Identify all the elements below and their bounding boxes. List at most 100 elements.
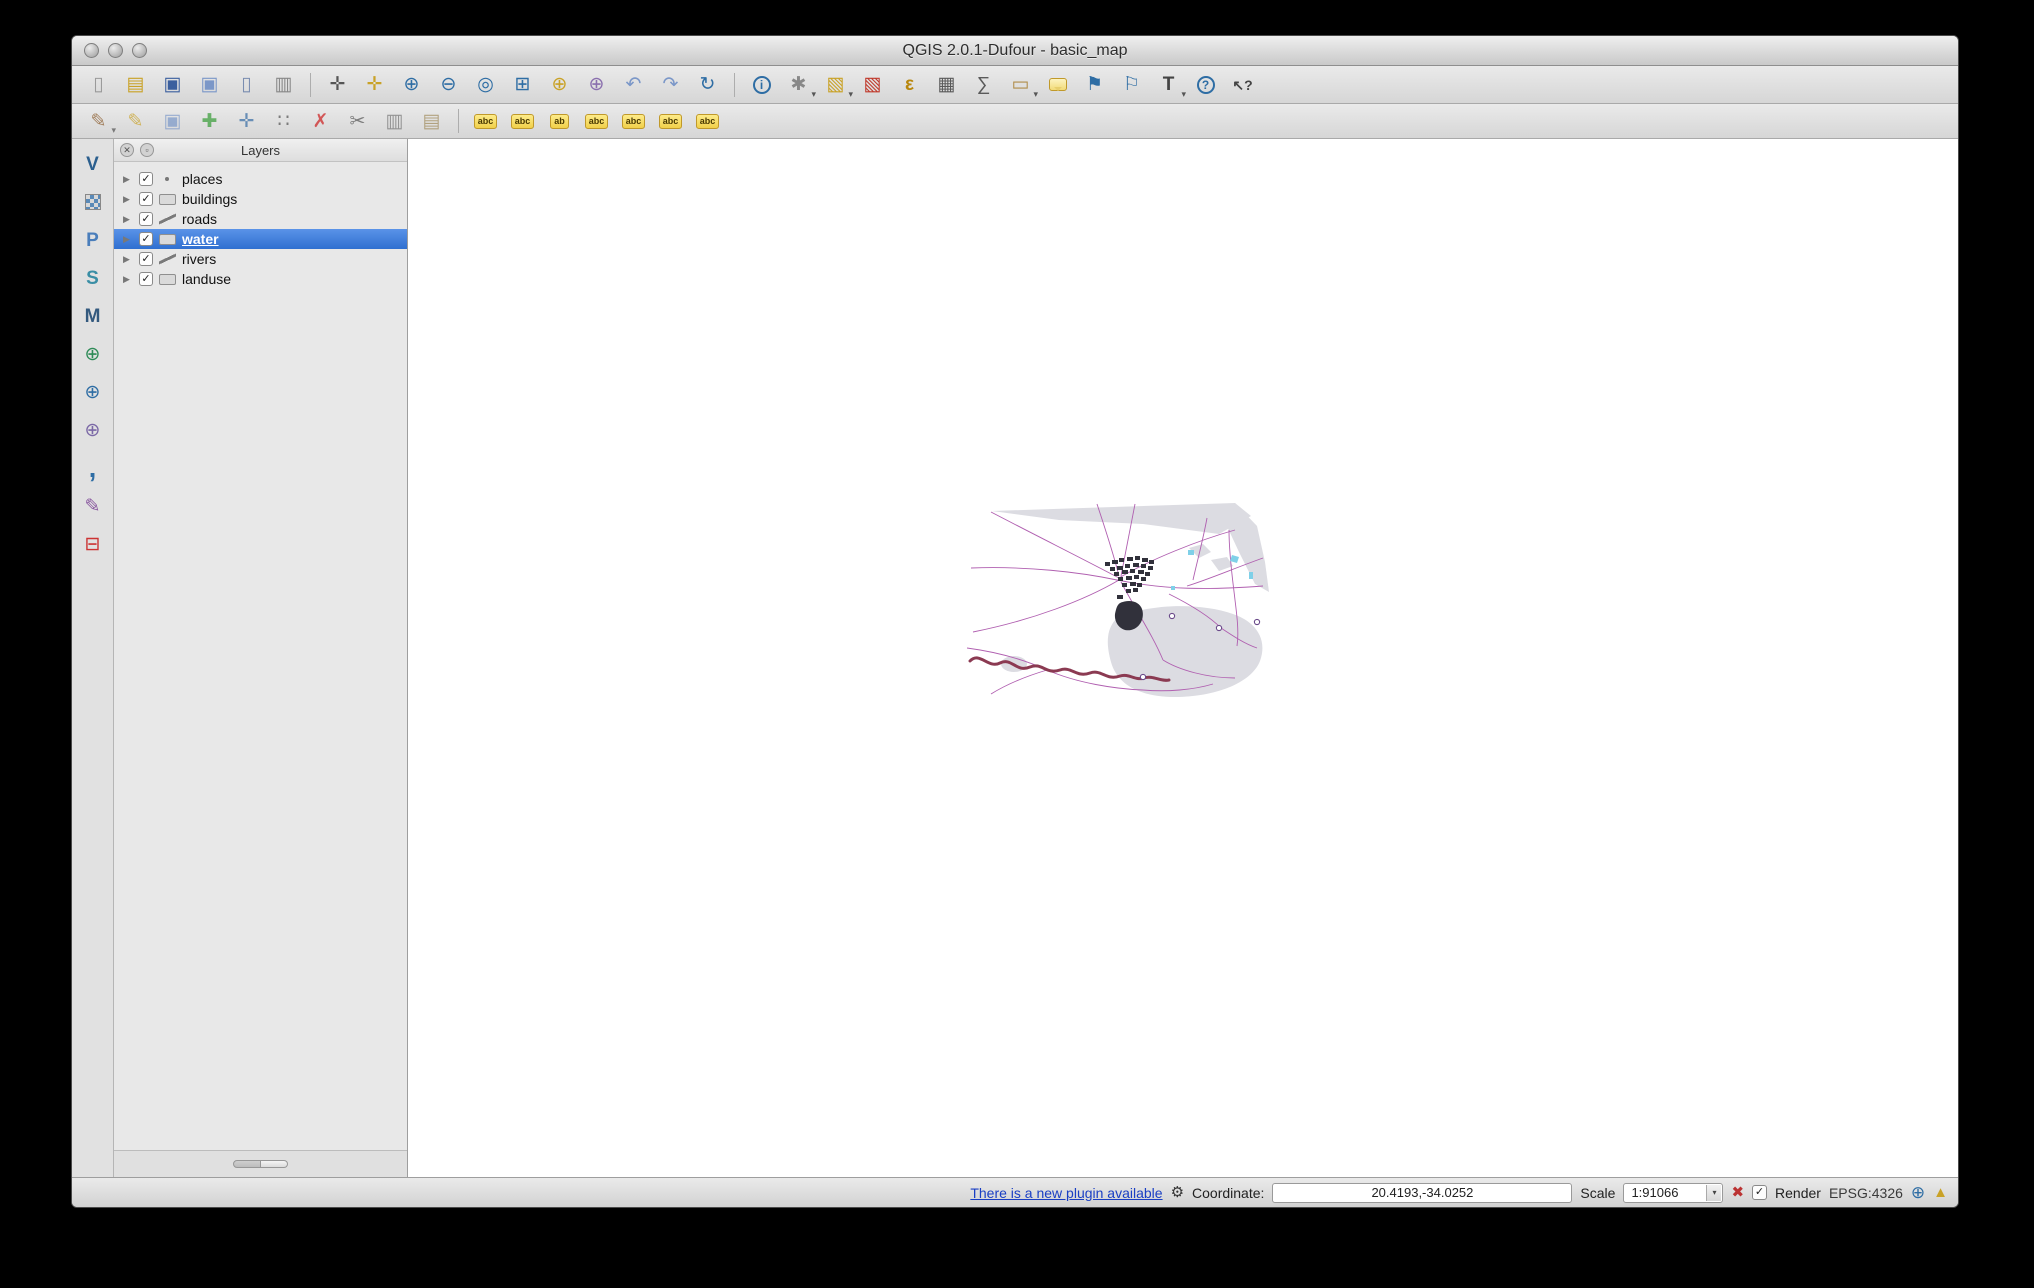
layer-row-roads[interactable]: roads [114, 209, 407, 229]
new-plugin-link[interactable]: There is a new plugin available [970, 1185, 1162, 1201]
toolbar-button-icon: ⊕ [552, 75, 568, 94]
new-shapefile-layer-button[interactable]: ✎ [74, 491, 111, 521]
add-feature-button[interactable]: ✚ [191, 106, 228, 136]
change-label-properties-button[interactable]: abc [504, 106, 541, 136]
select-by-expression-button[interactable]: ε [891, 70, 928, 100]
open-project-button[interactable]: ▤ [117, 70, 154, 100]
copy-features-button[interactable]: ▥ [376, 106, 413, 136]
zoom-next-button[interactable]: ↷ [652, 70, 689, 100]
deselect-features-button[interactable]: ▧ [854, 70, 891, 100]
expand-arrow-icon[interactable] [123, 215, 133, 224]
add-vector-layer-button[interactable]: V [74, 149, 111, 179]
titlebar[interactable]: QGIS 2.0.1-Dufour - basic_map [72, 36, 1958, 66]
composer-manager-button[interactable]: ▥ [265, 70, 302, 100]
help-contents-button[interactable]: ? [1187, 70, 1224, 100]
add-raster-layer-button[interactable] [74, 187, 111, 217]
zoom-full-button[interactable]: ⊞ [504, 70, 541, 100]
add-delimited-text-layer-button[interactable]: , [74, 453, 111, 483]
layer-row-rivers[interactable]: rivers [114, 249, 407, 269]
expand-arrow-icon[interactable] [123, 175, 133, 184]
add-wfs-layer-button[interactable]: ⊕ [74, 415, 111, 445]
pan-map-button[interactable]: ✛ [319, 70, 356, 100]
tab-layers[interactable] [233, 1160, 261, 1168]
move-label-button[interactable]: abc [615, 106, 652, 136]
select-features-button[interactable]: ▧ [817, 70, 854, 100]
layer-row-landuse[interactable]: landuse [114, 269, 407, 289]
move-feature-button[interactable]: ✛ [228, 106, 265, 136]
open-attribute-table-button[interactable]: ▦ [928, 70, 965, 100]
coordinate-input[interactable] [1272, 1183, 1572, 1203]
zoom-out-button[interactable]: ⊖ [430, 70, 467, 100]
close-window-button[interactable] [84, 43, 99, 58]
node-tool-button[interactable]: ∷ [265, 106, 302, 136]
stop-rendering-icon[interactable] [1731, 1185, 1744, 1200]
toolbar-button-icon: ▣ [164, 112, 182, 131]
minimize-window-button[interactable] [108, 43, 123, 58]
layer-visibility-checkbox[interactable] [139, 192, 153, 206]
map-canvas[interactable] [408, 139, 1958, 1177]
whats-this-button[interactable]: ↖? [1224, 70, 1261, 100]
refresh-map-button[interactable]: ↻ [689, 70, 726, 100]
remove-layer-button[interactable]: ⊟ [74, 529, 111, 559]
layer-visibility-checkbox[interactable] [139, 212, 153, 226]
paste-features-button[interactable]: ▤ [413, 106, 450, 136]
tab-browser[interactable] [261, 1160, 288, 1168]
map-tips-button[interactable] [1039, 70, 1076, 100]
new-bookmark-button[interactable]: ⚑ [1076, 70, 1113, 100]
measure-button[interactable]: ▭ [1002, 70, 1039, 100]
layer-row-places[interactable]: places [114, 169, 407, 189]
layer-row-buildings[interactable]: buildings [114, 189, 407, 209]
expand-arrow-icon[interactable] [123, 275, 133, 284]
toolbar-button-icon: ⊕ [404, 75, 420, 94]
rotate-label-button[interactable]: abc [652, 106, 689, 136]
show-bookmarks-button[interactable]: ⚐ [1113, 70, 1150, 100]
delete-selected-button[interactable]: ✗ [302, 106, 339, 136]
message-log-icon[interactable] [1933, 1185, 1948, 1200]
field-calculator-button[interactable]: ∑ [965, 70, 1002, 100]
add-mssql-layer-button[interactable]: M [74, 301, 111, 331]
layer-visibility-checkbox[interactable] [139, 252, 153, 266]
scale-combo-arrow-icon[interactable] [1706, 1185, 1721, 1201]
zoom-native-resolution-button[interactable]: ◎ [467, 70, 504, 100]
add-wcs-layer-button[interactable]: ⊕ [74, 377, 111, 407]
new-print-composer-button[interactable]: ▯ [228, 70, 265, 100]
zoom-in-button[interactable]: ⊕ [393, 70, 430, 100]
layer-visibility-checkbox[interactable] [139, 172, 153, 186]
new-project-button[interactable]: ▯ [80, 70, 117, 100]
layer-visibility-checkbox[interactable] [139, 272, 153, 286]
expand-arrow-icon[interactable] [123, 195, 133, 204]
cut-features-button[interactable]: ✂ [339, 106, 376, 136]
toggle-editing-button[interactable]: ✎ [117, 106, 154, 136]
crs-status-label[interactable]: EPSG:4326 [1829, 1185, 1903, 1201]
zoom-last-button[interactable]: ↶ [615, 70, 652, 100]
toolbar-button-icon: ▯ [241, 75, 251, 94]
add-wms-layer-button[interactable]: ⊕ [74, 339, 111, 369]
current-edits-button[interactable]: ✎ [80, 106, 117, 136]
expand-arrow-icon[interactable] [123, 255, 133, 264]
save-layer-edits-button[interactable]: ▣ [154, 106, 191, 136]
crs-status-icon[interactable] [1911, 1184, 1925, 1201]
text-annotation-button[interactable]: T [1150, 70, 1187, 100]
layer-row-water[interactable]: water [114, 229, 407, 249]
zoom-to-layer-button[interactable]: ⊕ [578, 70, 615, 100]
labeling-button[interactable]: abc [467, 106, 504, 136]
expand-arrow-icon[interactable] [123, 235, 133, 244]
identify-features-button[interactable]: i [743, 70, 780, 100]
toolbar-button-icon: ▧ [864, 75, 882, 94]
toolbar-button-icon: , [89, 455, 97, 482]
layer-visibility-checkbox[interactable] [139, 232, 153, 246]
run-feature-action-button[interactable]: ✱ [780, 70, 817, 100]
pin-labels-button[interactable]: ab [541, 106, 578, 136]
show-hide-labels-button[interactable]: abc [689, 106, 726, 136]
save-project-button[interactable]: ▣ [154, 70, 191, 100]
save-project-as-button[interactable]: ▣ [191, 70, 228, 100]
highlight-pinned-labels-button[interactable]: abc [578, 106, 615, 136]
pan-to-selection-button[interactable]: ✛ [356, 70, 393, 100]
zoom-to-selection-button[interactable]: ⊕ [541, 70, 578, 100]
plugin-icon[interactable] [1171, 1185, 1184, 1200]
zoom-window-button[interactable] [132, 43, 147, 58]
add-postgis-layer-button[interactable]: P [74, 225, 111, 255]
add-spatialite-layer-button[interactable]: S [74, 263, 111, 293]
render-checkbox[interactable] [1752, 1185, 1767, 1200]
scale-combobox[interactable]: 1:91066 [1623, 1183, 1723, 1203]
